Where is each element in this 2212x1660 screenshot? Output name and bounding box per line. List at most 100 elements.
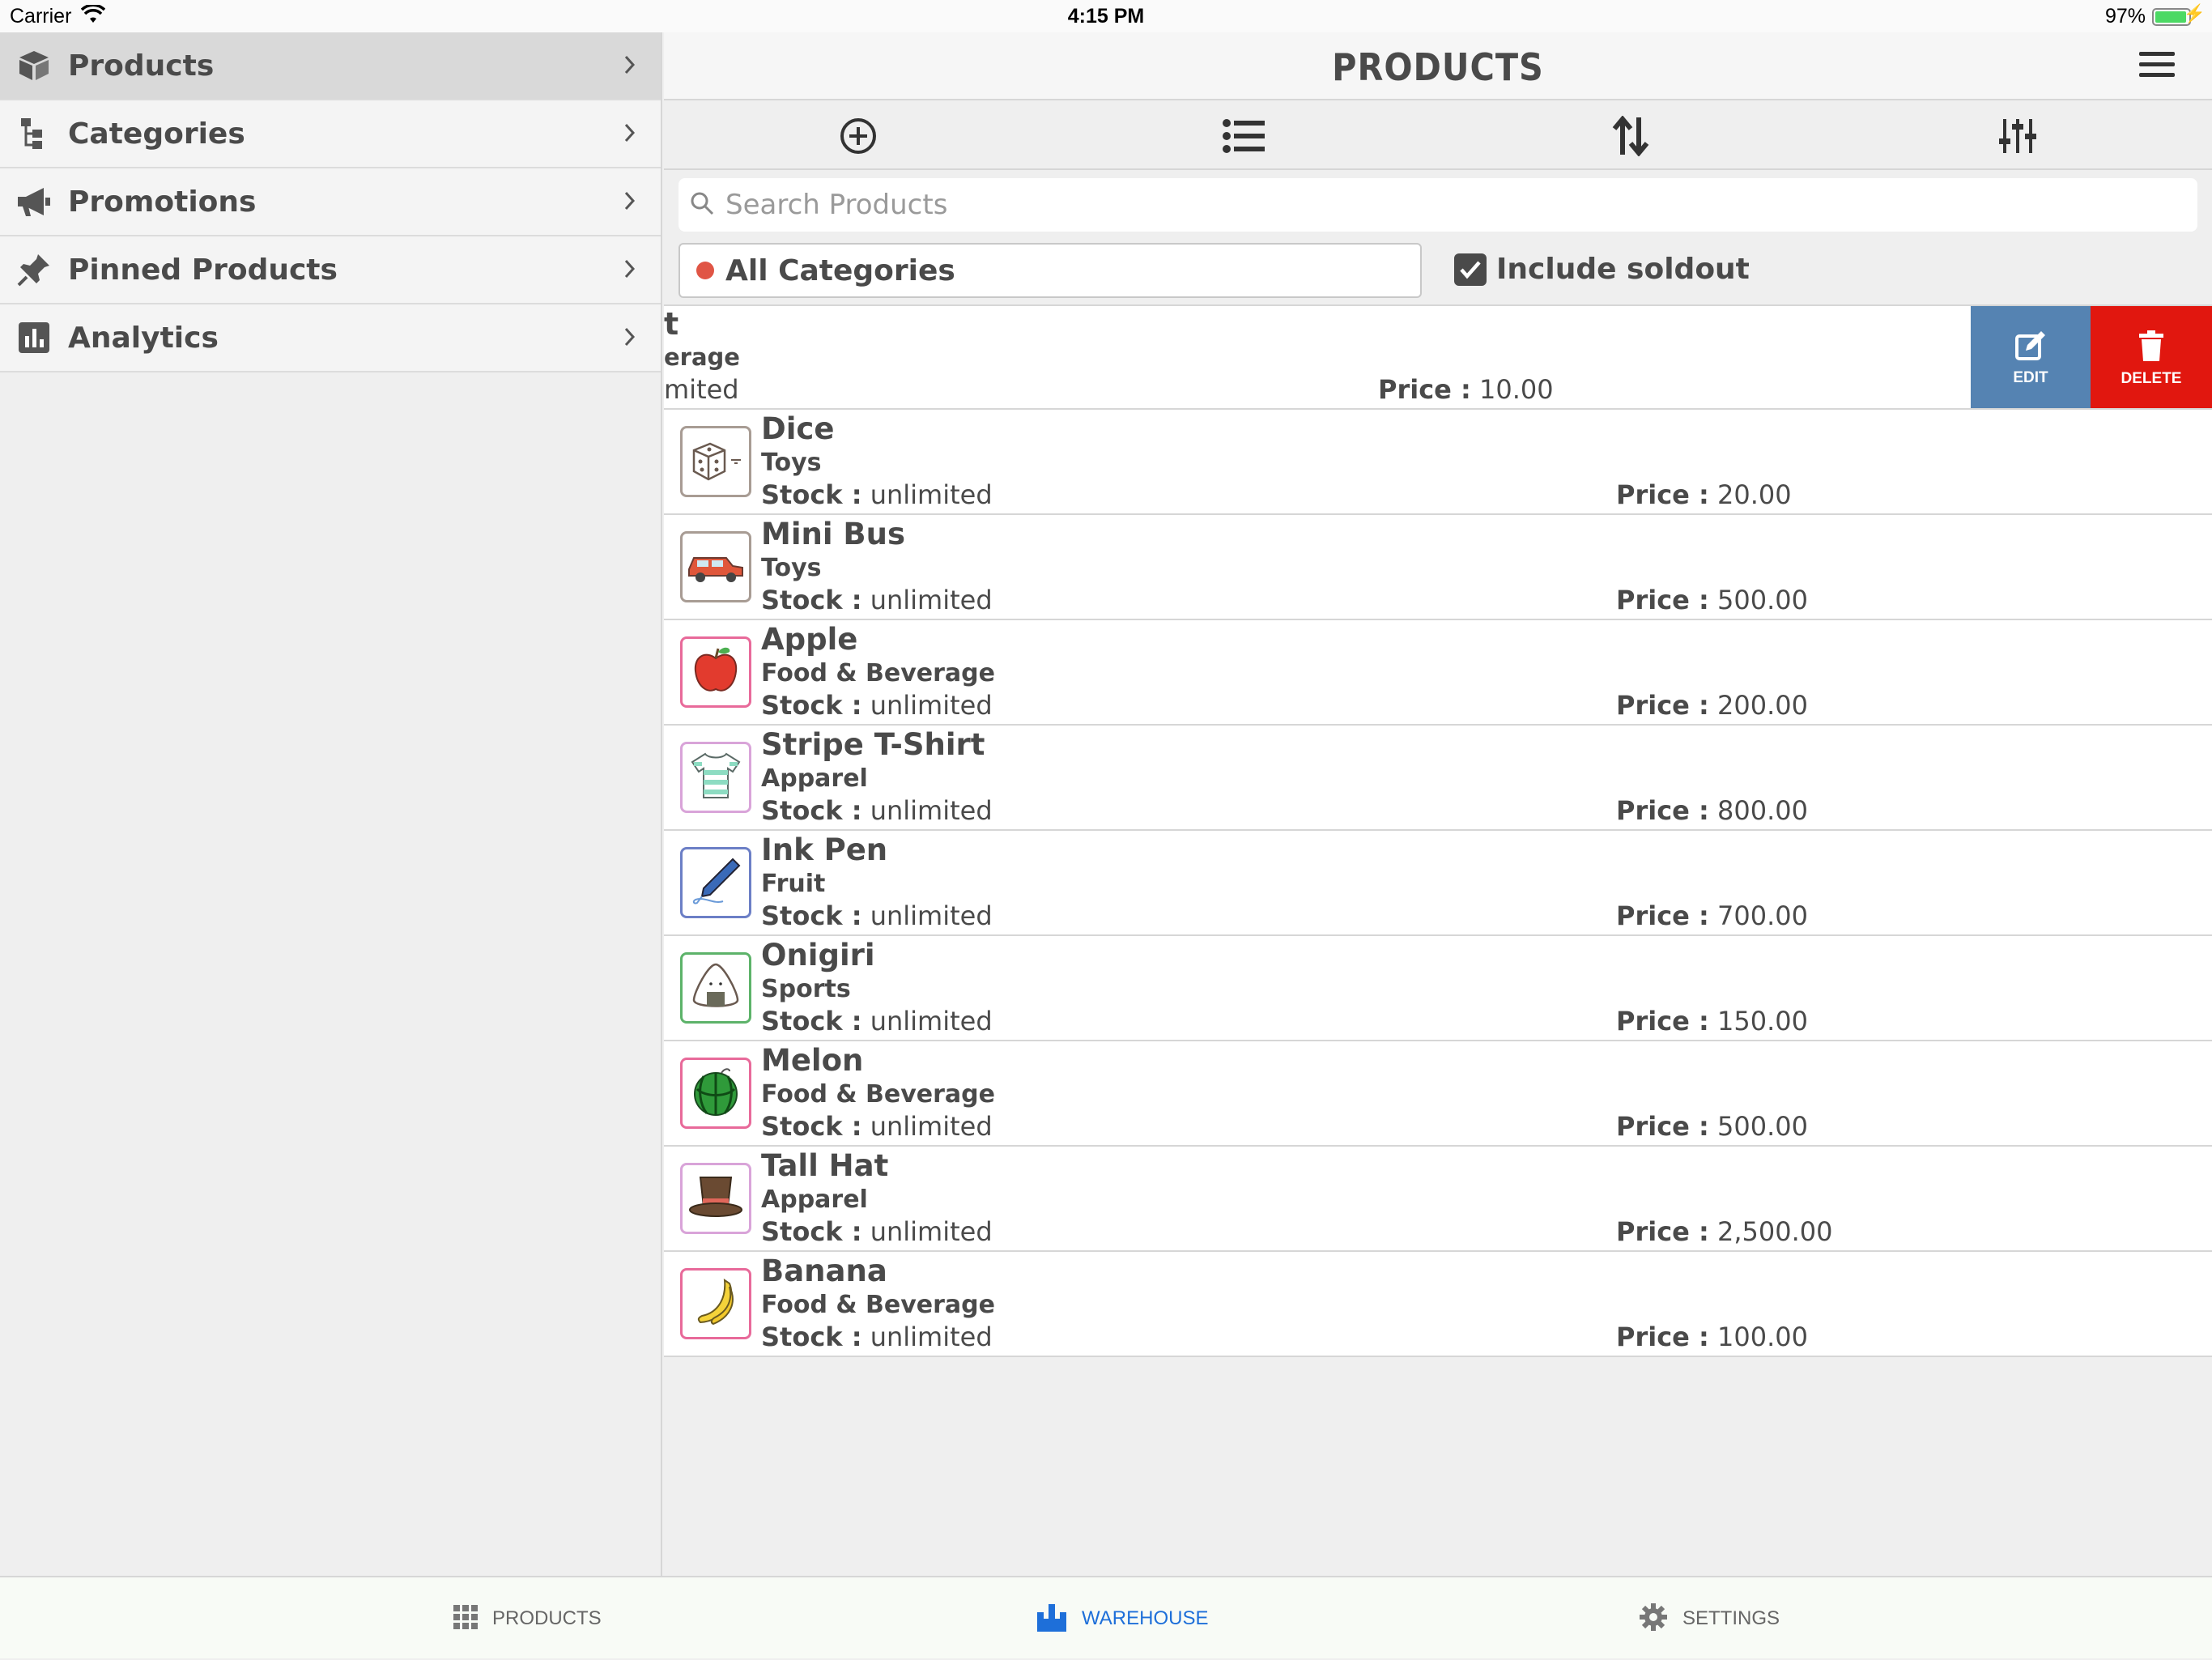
product-stock: Stock : unlimited	[761, 1322, 993, 1352]
product-stock: Stock : unlimited	[761, 1006, 993, 1036]
sidebar-item-label: Pinned Products	[68, 253, 338, 287]
price-label: Price :	[1616, 1216, 1709, 1247]
status-bar: Carrier 4:15 PM 97% ⚡	[0, 0, 2212, 32]
include-soldout-label: Include soldout	[1496, 253, 1750, 286]
product-thumbnail	[680, 742, 751, 813]
box-icon	[16, 48, 52, 83]
megaphone-icon	[16, 184, 52, 219]
charging-icon: ⚡	[2183, 3, 2206, 23]
price-label: Price :	[1616, 479, 1709, 510]
product-category: Fruit	[761, 870, 826, 898]
sliders-icon	[1998, 117, 2037, 158]
product-thumbnail	[680, 1058, 751, 1129]
include-soldout-checkbox[interactable]: Include soldout	[1454, 253, 1750, 286]
category-dropdown-label: All Categories	[725, 253, 955, 287]
product-category: erage	[664, 343, 740, 371]
stock-label: Stock :	[761, 1216, 862, 1247]
product-name: Ink Pen	[761, 832, 888, 867]
table-row[interactable]: Melon Food & Beverage Stock : unlimited Pri…	[664, 1041, 2212, 1147]
chevron-right-icon	[623, 53, 636, 79]
list-view-button[interactable]	[1223, 117, 1265, 159]
table-row[interactable]: Tall Hat Apparel Stock : unlimited Price : …	[664, 1147, 2212, 1252]
chevron-right-icon	[623, 121, 636, 147]
product-name: Apple	[761, 622, 858, 657]
tab-bar: PRODUCTS WAREHOUSE SETTINGS	[0, 1576, 2212, 1658]
price-value: 500.00	[1716, 1111, 1808, 1142]
product-thumbnail	[680, 531, 751, 602]
pen-icon	[689, 854, 742, 911]
gear-icon	[1639, 1603, 1668, 1635]
product-stock: Stock : unlimited	[761, 1111, 993, 1142]
menu-button[interactable]	[2138, 50, 2176, 83]
tab-warehouse[interactable]: WAREHOUSE	[1036, 1577, 1208, 1660]
onigiri-icon	[689, 961, 742, 1015]
sidebar-item-pinned-products[interactable]: Pinned Products	[0, 236, 661, 304]
table-row[interactable]: Dice Toys Stock : unlimited Price : 20.00	[664, 410, 2212, 515]
apple-icon	[689, 644, 742, 700]
tab-products[interactable]: PRODUCTS	[453, 1577, 602, 1660]
product-stock: Stock : unlimited	[761, 795, 993, 826]
product-category: Sports	[761, 975, 851, 1003]
filter-settings-button[interactable]	[1997, 117, 2039, 159]
product-stock: Stock : unlimited	[761, 900, 993, 931]
stock-value: unlimited	[870, 690, 993, 721]
tab-label: SETTINGS	[1682, 1607, 1780, 1629]
product-category: Apparel	[761, 1185, 868, 1214]
sidebar-item-promotions[interactable]: Promotions	[0, 168, 661, 236]
tab-label: PRODUCTS	[492, 1607, 602, 1629]
price-value: 2,500.00	[1716, 1216, 1833, 1247]
page-title: PRODUCTS	[1332, 45, 1544, 89]
price-value: 700.00	[1716, 900, 1808, 931]
price-label: Price :	[1616, 1111, 1709, 1142]
stock-value: unlimited	[870, 900, 993, 931]
car-icon	[686, 545, 746, 589]
product-price: Price : 20.00	[1616, 479, 1792, 510]
product-stock: mited	[664, 374, 739, 405]
tab-settings[interactable]: SETTINGS	[1639, 1577, 1780, 1660]
search-input[interactable]	[725, 189, 2197, 221]
chevron-right-icon	[623, 326, 636, 351]
edit-button[interactable]: EDIT	[1971, 306, 2091, 408]
stock-label: Stock :	[761, 900, 862, 931]
chevron-right-icon	[623, 189, 636, 215]
product-price: Price : 800.00	[1616, 795, 1808, 826]
product-price: Price : 150.00	[1616, 1006, 1808, 1036]
product-name: Tall Hat	[761, 1148, 889, 1183]
product-thumbnail	[680, 1268, 751, 1339]
table-row[interactable]: Banana Food & Beverage Stock : unlimited Pr…	[664, 1252, 2212, 1357]
delete-button[interactable]: DELETE	[2091, 306, 2212, 408]
sidebar-item-categories[interactable]: Categories	[0, 100, 661, 168]
tab-label: WAREHOUSE	[1082, 1607, 1209, 1629]
table-row[interactable]: Onigiri Sports Stock : unlimited Price : 15…	[664, 936, 2212, 1041]
price-value: 20.00	[1716, 479, 1792, 510]
sort-button[interactable]	[1610, 115, 1652, 160]
price-value: 800.00	[1716, 795, 1808, 826]
product-name: Mini Bus	[761, 517, 905, 551]
sort-icon	[1612, 115, 1649, 160]
banana-icon	[689, 1275, 742, 1332]
product-name: Banana	[761, 1254, 887, 1288]
product-stock: Stock : unlimited	[761, 1216, 993, 1247]
product-price: Price : 500.00	[1616, 585, 1808, 615]
price-label: Price :	[1616, 1006, 1709, 1036]
table-row[interactable]: Stripe T-Shirt Apparel Stock : unlimited Pr…	[664, 726, 2212, 831]
main-header: PRODUCTS	[664, 32, 2212, 100]
category-dropdown[interactable]: All Categories	[678, 243, 1422, 298]
table-row-swiped[interactable]: t erage mited Price : 10.00 EDIT DELETE	[664, 304, 2212, 410]
product-stock: Stock : unlimited	[761, 479, 993, 510]
sidebar-item-analytics[interactable]: Analytics	[0, 304, 661, 372]
table-row[interactable]: Mini Bus Toys Stock : unlimited Price : 500…	[664, 515, 2212, 620]
add-product-button[interactable]	[837, 117, 879, 159]
product-thumbnail	[680, 1163, 751, 1234]
trash-icon	[2138, 330, 2164, 365]
product-category: Toys	[761, 554, 822, 582]
table-row[interactable]: Apple Food & Beverage Stock : unlimited Pri…	[664, 620, 2212, 726]
stock-value: unlimited	[870, 1111, 993, 1142]
sidebar-item-label: Analytics	[68, 321, 219, 355]
warehouse-icon	[1036, 1603, 1067, 1635]
stock-value: unlimited	[870, 1216, 993, 1247]
table-row[interactable]: Ink Pen Fruit Stock : unlimited Price : 700…	[664, 831, 2212, 936]
chevron-right-icon	[623, 258, 636, 283]
sidebar-item-products[interactable]: Products	[0, 32, 661, 100]
product-stock: Stock : unlimited	[761, 690, 993, 721]
